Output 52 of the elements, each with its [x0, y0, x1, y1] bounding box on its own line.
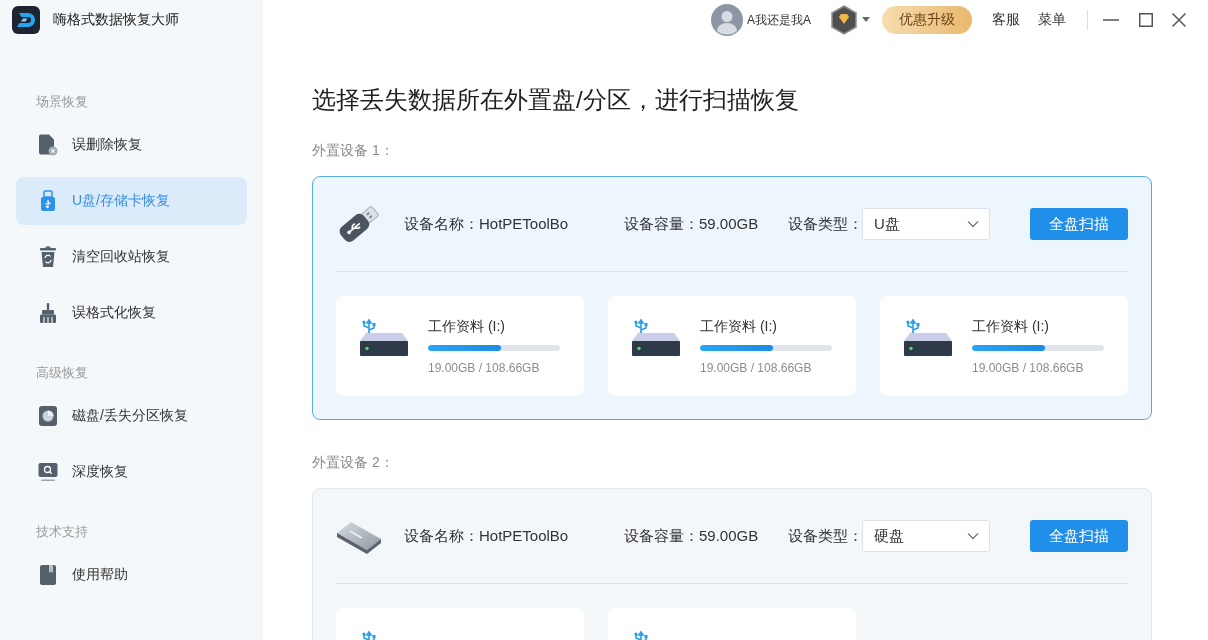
header-link[interactable]: 客服 — [992, 11, 1020, 29]
partition-card[interactable]: 工作资料 (I:) 19.00GB / 108.66GB — [336, 296, 584, 396]
device-name: 设备名称：HotPEToolBo — [404, 214, 570, 234]
sidebar-item[interactable]: 使用帮助 — [16, 551, 247, 599]
device-label: 外置设备 2： — [312, 453, 395, 472]
trash-icon — [38, 246, 58, 268]
hard-drive-icon — [360, 333, 408, 356]
section-heading: 场景恢复 — [35, 93, 89, 111]
partition-name: 工作资料 (I:) — [428, 317, 506, 336]
hard-drive-icon — [904, 333, 952, 356]
chevron-down-icon — [967, 532, 979, 540]
header-link[interactable]: 菜单 — [1038, 11, 1066, 29]
file-delete-icon — [38, 134, 58, 156]
partition-usage: 19.00GB / 108.66GB — [700, 360, 813, 376]
device-type-label: 设备类型： — [788, 526, 862, 546]
broom-icon — [38, 302, 58, 324]
caret-icon — [862, 17, 870, 23]
partition-card[interactable]: 工作资料 (I:) 19.00GB / 108.66GB — [880, 296, 1128, 396]
device-name: 设备名称：HotPEToolBo — [404, 526, 570, 546]
partition-usage: 19.00GB / 108.66GB — [428, 360, 541, 376]
sidebar-item[interactable]: 误格式化恢复 — [16, 289, 247, 337]
partition-usage: 19.00GB / 108.66GB — [972, 360, 1085, 376]
app-title: 嗨格式数据恢复大师 — [53, 11, 179, 29]
username: A我还是我A — [747, 11, 811, 29]
chevron-down-icon — [967, 220, 979, 228]
device-type-select[interactable]: U盘 — [862, 208, 990, 240]
hard-drive-icon — [632, 333, 680, 356]
usb-drive-icon — [38, 190, 58, 212]
sidebar-item[interactable]: 深度恢复 — [16, 448, 247, 496]
device-type-select[interactable]: 硬盘 — [862, 520, 990, 552]
sidebar-item[interactable]: 清空回收站恢复 — [16, 233, 247, 281]
sidebar-item[interactable]: 磁盘/丢失分区恢复 — [16, 392, 247, 440]
upgrade-button[interactable]: 优惠升级 — [882, 6, 972, 34]
device-capacity: 设备容量：59.00GB — [624, 526, 760, 546]
device-capacity: 设备容量：59.00GB — [624, 214, 760, 234]
pie-chart-icon — [38, 405, 58, 427]
monitor-search-icon — [38, 461, 58, 483]
app-logo-icon — [12, 6, 40, 34]
hexagon-badge-icon[interactable] — [830, 5, 858, 35]
maximize-icon[interactable] — [1139, 13, 1153, 27]
close-icon[interactable] — [1172, 13, 1186, 27]
device-type-label: 设备类型： — [788, 214, 862, 234]
section-heading: 技术支持 — [35, 523, 89, 541]
partition-name: 工作资料 (I:) — [972, 317, 1050, 336]
avatar-icon — [711, 4, 743, 36]
partition-name: 工作资料 (I:) — [700, 317, 778, 336]
sidebar-item[interactable]: 误删除恢复 — [16, 121, 247, 169]
book-icon — [38, 564, 58, 586]
device-label: 外置设备 1： — [312, 141, 395, 160]
section-heading: 高级恢复 — [35, 364, 89, 382]
page-title: 选择丢失数据所在外置盘/分区，进行扫描恢复 — [312, 85, 800, 115]
partition-card[interactable]: 工作资料 (I:) 19.00GB / 108.66GB — [608, 296, 856, 396]
